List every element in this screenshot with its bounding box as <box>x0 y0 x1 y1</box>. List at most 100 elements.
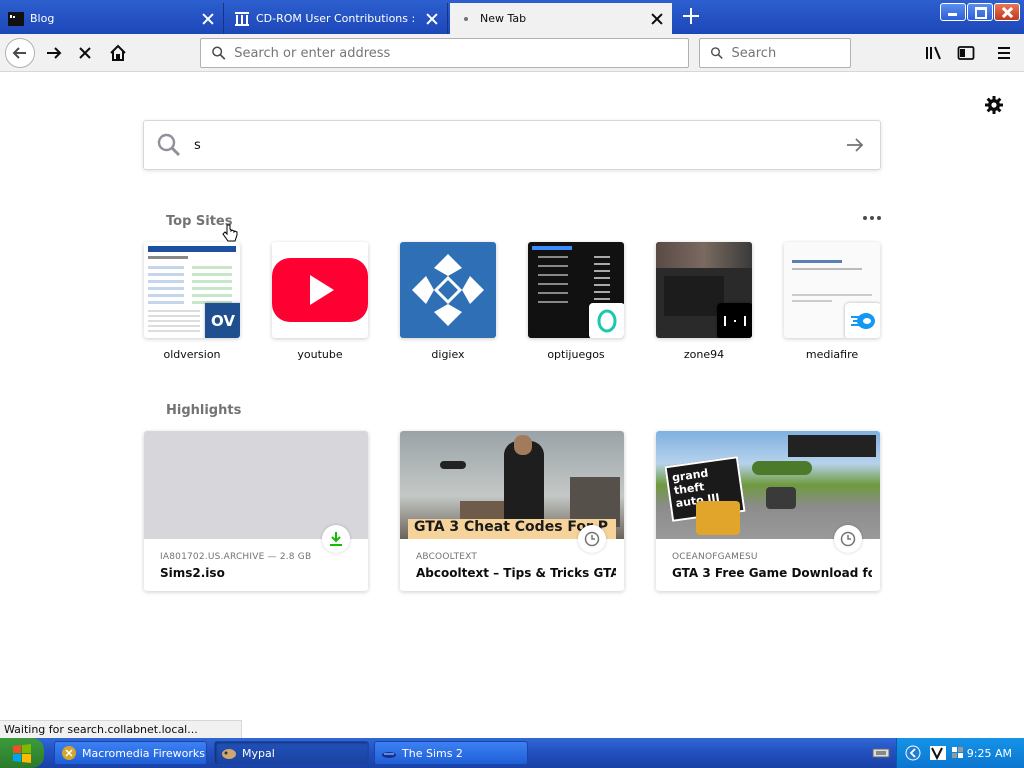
optijuegos-badge-icon <box>589 303 624 338</box>
top-site-mediafire[interactable]: mediafire <box>784 242 880 361</box>
highlight-image-placeholder <box>144 431 368 539</box>
taskbar-clock[interactable]: 9:25 AM <box>967 747 1012 760</box>
stop-x-icon <box>79 47 91 59</box>
network-icon[interactable] <box>872 746 890 760</box>
sims2-app-icon <box>382 752 396 758</box>
close-window-button[interactable] <box>994 3 1020 21</box>
stop-button[interactable] <box>71 39 99 67</box>
forward-button[interactable] <box>40 39 68 67</box>
tab-title: New Tab <box>480 12 527 25</box>
site-thumbnail <box>656 242 752 338</box>
top-site-label: optijuegos <box>547 348 605 361</box>
window-controls <box>940 3 1020 21</box>
library-button[interactable] <box>920 39 948 67</box>
top-site-label: oldversion <box>163 348 221 361</box>
highlight-source: IA801702.US.ARCHIVE — 2.8 GB <box>160 552 312 562</box>
new-tab-plus-icon[interactable] <box>681 6 701 26</box>
page-search-box[interactable]: s <box>143 120 881 170</box>
tab-title: Blog <box>30 12 55 25</box>
arrow-right-icon[interactable] <box>844 134 866 156</box>
mediafire-badge-icon <box>845 303 880 338</box>
top-site-zone94[interactable]: zone94 <box>656 242 752 361</box>
search-icon <box>711 47 723 60</box>
navigation-toolbar <box>0 34 1024 72</box>
top-site-optijuegos[interactable]: optijuegos <box>528 242 624 361</box>
tab-cdrom-contributions[interactable]: CD-ROM User Contributions : Free <box>226 3 448 34</box>
taskbar-item-label: Mypal <box>242 746 275 760</box>
minimize-button[interactable] <box>940 3 966 21</box>
tray-arrow-icon[interactable] <box>905 745 921 761</box>
top-site-label: digiex <box>431 348 465 361</box>
taskbar-item-fireworks[interactable]: Macromedia Fireworks... <box>54 741 207 765</box>
highlight-card[interactable]: GTA 3 Cheat Codes For P ABCOOLTEXT Abcoo… <box>400 431 624 591</box>
customize-settings-button[interactable] <box>983 94 1005 116</box>
gear-icon <box>985 96 1003 114</box>
windows-logo-icon <box>13 744 31 763</box>
fireworks-app-icon <box>62 746 76 760</box>
taskbar-item-mypal[interactable]: Mypal <box>214 741 369 765</box>
taskbar-item-label: The Sims 2 <box>402 746 463 760</box>
site-thumbnail <box>528 242 624 338</box>
home-button[interactable] <box>104 39 132 67</box>
highlight-source: OCEANOFGAMESU <box>672 552 758 562</box>
browser-window: Blog CD-ROM User Contributions : Free Ne… <box>0 0 1024 768</box>
tab-strip: Blog CD-ROM User Contributions : Free Ne… <box>0 0 1024 34</box>
archive-favicon-icon <box>234 11 250 27</box>
download-icon <box>322 525 350 553</box>
sidebar-button[interactable] <box>952 39 980 67</box>
more-dot-icon <box>877 216 881 220</box>
search-bar[interactable] <box>699 38 851 68</box>
site-thumbnail <box>784 242 880 338</box>
youtube-logo-icon <box>272 258 368 322</box>
highlight-title: Abcooltext – Tips & Tricks GTA ... <box>416 566 616 580</box>
oldversion-badge: OV <box>205 303 240 338</box>
clock-icon <box>578 525 606 553</box>
top-site-digiex[interactable]: digiex <box>400 242 496 361</box>
start-button[interactable] <box>0 738 44 768</box>
close-tab-icon[interactable] <box>650 12 664 26</box>
more-dot-icon <box>863 216 867 220</box>
highlight-image: GTA 3 Cheat Codes For P <box>400 431 624 539</box>
windows-taskbar: Macromedia Fireworks... Mypal The Sims 2… <box>0 738 1024 768</box>
tab-blog[interactable]: Blog <box>0 3 224 34</box>
top-site-label: youtube <box>297 348 343 361</box>
address-input[interactable] <box>234 45 688 61</box>
tray-app-icon[interactable] <box>929 745 947 761</box>
top-site-youtube[interactable]: youtube <box>272 242 368 361</box>
site-thumbnail <box>272 242 368 338</box>
top-site-oldversion[interactable]: OV oldversion <box>144 242 240 361</box>
search-input[interactable] <box>731 45 850 61</box>
forward-arrow-icon <box>47 47 62 59</box>
badge-text: OV <box>211 312 235 330</box>
site-thumbnail <box>400 242 496 338</box>
tab-title: CD-ROM User Contributions : Free <box>256 12 419 25</box>
digiex-logo-icon <box>412 254 484 326</box>
tray-flag-icon[interactable] <box>951 745 965 761</box>
search-icon <box>157 133 181 157</box>
back-arrow-icon <box>12 47 26 59</box>
search-icon <box>212 46 226 60</box>
close-tab-icon[interactable] <box>425 12 439 26</box>
zone94-badge-icon <box>717 303 752 338</box>
tab-new-tab[interactable]: New Tab <box>450 3 672 34</box>
back-button[interactable] <box>5 38 35 68</box>
sidebar-icon <box>957 46 975 60</box>
page-search-value[interactable]: s <box>194 138 844 153</box>
site-thumbnail: OV <box>144 242 240 338</box>
mypal-app-icon <box>222 749 236 759</box>
close-tab-icon[interactable] <box>201 12 215 26</box>
highlight-image: grand theft auto III <box>656 431 880 539</box>
highlight-title: GTA 3 Free Game Download for ... <box>672 566 872 580</box>
blog-favicon-icon <box>8 11 24 27</box>
highlight-card[interactable]: grand theft auto III OCEANOFGAMESU GTA 3… <box>656 431 880 591</box>
maximize-button[interactable] <box>967 3 993 21</box>
taskbar-item-sims2[interactable]: The Sims 2 <box>374 741 528 765</box>
address-bar[interactable] <box>200 38 689 68</box>
top-sites-more-button[interactable] <box>861 208 883 228</box>
highlight-card[interactable]: IA801702.US.ARCHIVE — 2.8 GB Sims2.iso <box>144 431 368 591</box>
library-icon <box>926 46 941 60</box>
clock-icon <box>834 525 862 553</box>
menu-button[interactable] <box>990 39 1018 67</box>
more-dot-icon <box>870 216 874 220</box>
status-panel: Waiting for search.collabnet.local... <box>0 720 242 738</box>
